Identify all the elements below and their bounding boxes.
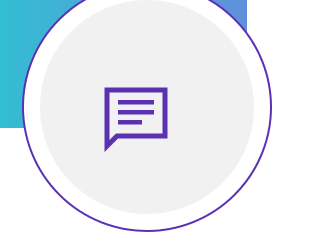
- page: { "colors": { "banner_start": "#33bdd3",…: [0, 0, 272, 243]
- message-icon: [103, 86, 169, 153]
